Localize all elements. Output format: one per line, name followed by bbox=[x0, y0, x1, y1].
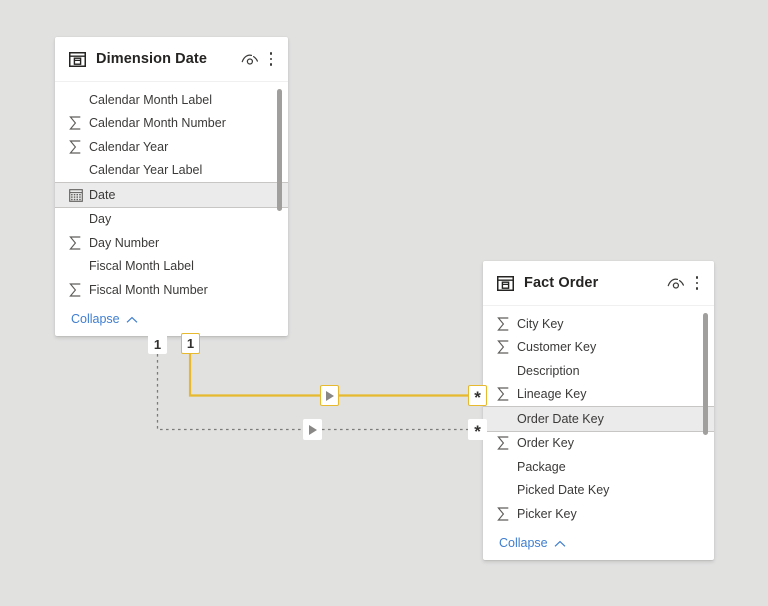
field-label: Lineage Key bbox=[517, 388, 587, 401]
sigma-icon bbox=[497, 317, 517, 331]
cross-filter-arrow-active[interactable] bbox=[320, 385, 339, 406]
more-dot bbox=[696, 287, 699, 290]
field-label: Day Number bbox=[89, 237, 159, 250]
field-label: Package bbox=[517, 461, 566, 474]
field-row[interactable]: Picker Key bbox=[483, 502, 714, 526]
calendar-icon bbox=[69, 188, 89, 202]
sigma-icon bbox=[69, 283, 89, 297]
model-view-canvas[interactable]: Dimension Date Calendar Month LabelCalen… bbox=[0, 0, 768, 606]
field-label: Calendar Year bbox=[89, 141, 168, 154]
field-label: Picker Key bbox=[517, 508, 577, 521]
filter-direction-arrow-icon bbox=[309, 425, 317, 435]
field-row[interactable]: Order Date Key bbox=[483, 406, 714, 432]
table-card-header[interactable]: Fact Order bbox=[483, 261, 714, 306]
field-label: Calendar Month Number bbox=[89, 117, 226, 130]
table-card-footer: Collapse bbox=[483, 527, 714, 560]
table-icon bbox=[69, 51, 86, 68]
sigma-icon bbox=[69, 236, 89, 250]
field-list[interactable]: Calendar Month Label Calendar Month Numbe… bbox=[55, 82, 288, 303]
field-list-scrollbar[interactable] bbox=[703, 310, 708, 521]
field-row[interactable]: Description bbox=[483, 359, 714, 383]
cross-filter-arrow-inactive[interactable] bbox=[303, 419, 322, 440]
field-row[interactable]: Calendar Year Label bbox=[55, 159, 288, 183]
sigma-icon bbox=[497, 387, 517, 401]
field-label: Picked Date Key bbox=[517, 484, 609, 497]
field-row[interactable]: City Key bbox=[483, 312, 714, 336]
table-title: Dimension Date bbox=[96, 51, 239, 67]
field-list[interactable]: City Key Customer Key Description Lineage K… bbox=[483, 306, 714, 527]
eye-icon[interactable] bbox=[239, 49, 261, 69]
field-row[interactable]: Date bbox=[55, 182, 288, 208]
chevron-up-icon bbox=[126, 316, 138, 324]
field-label: Description bbox=[517, 365, 580, 378]
table-card-footer: Collapse bbox=[55, 303, 288, 336]
scrollbar-thumb[interactable] bbox=[703, 313, 708, 435]
collapse-label: Collapse bbox=[71, 313, 120, 326]
table-icon bbox=[497, 275, 514, 292]
more-options-icon[interactable] bbox=[689, 273, 705, 293]
field-row[interactable]: Day Number bbox=[55, 231, 288, 255]
field-label: Date bbox=[89, 189, 115, 202]
more-dot bbox=[270, 52, 273, 55]
cardinality-label: * bbox=[474, 389, 481, 406]
field-label: City Key bbox=[517, 318, 564, 331]
more-dot bbox=[270, 63, 273, 66]
field-row[interactable]: Calendar Month Number bbox=[55, 112, 288, 136]
eye-icon[interactable] bbox=[665, 273, 687, 293]
sigma-icon bbox=[69, 116, 89, 130]
table-card-dimension-date[interactable]: Dimension Date Calendar Month LabelCalen… bbox=[55, 37, 288, 336]
scrollbar-thumb[interactable] bbox=[277, 89, 282, 211]
table-card-fact-order[interactable]: Fact Order City Key Customer Key Descripti… bbox=[483, 261, 714, 560]
field-row[interactable]: Lineage Key bbox=[483, 383, 714, 407]
field-row[interactable]: Picked Date Key bbox=[483, 479, 714, 503]
sigma-icon bbox=[497, 340, 517, 354]
inactive-relationship-line[interactable] bbox=[158, 336, 478, 430]
collapse-button[interactable]: Collapse bbox=[499, 537, 566, 550]
cardinality-badge-one-inactive[interactable]: 1 bbox=[148, 334, 167, 354]
table-title: Fact Order bbox=[524, 275, 665, 291]
field-label: Order Date Key bbox=[517, 413, 604, 426]
sigma-icon bbox=[497, 507, 517, 521]
field-label: Customer Key bbox=[517, 341, 596, 354]
more-dot bbox=[270, 58, 273, 61]
field-label: Fiscal Month Number bbox=[89, 284, 208, 297]
field-row[interactable]: Calendar Year bbox=[55, 135, 288, 159]
field-row[interactable]: Day bbox=[55, 208, 288, 232]
cardinality-label: * bbox=[474, 423, 481, 440]
field-label: Order Key bbox=[517, 437, 574, 450]
filter-direction-arrow-icon bbox=[326, 391, 334, 401]
collapse-button[interactable]: Collapse bbox=[71, 313, 138, 326]
field-row[interactable]: Calendar Month Label bbox=[55, 88, 288, 112]
field-row[interactable]: Order Key bbox=[483, 432, 714, 456]
cardinality-badge-many-inactive[interactable]: * bbox=[468, 419, 487, 440]
cardinality-label: 1 bbox=[187, 336, 194, 351]
sigma-icon bbox=[69, 140, 89, 154]
more-dot bbox=[696, 282, 699, 285]
field-label: Calendar Month Label bbox=[89, 94, 212, 107]
cardinality-badge-many-active[interactable]: * bbox=[468, 385, 487, 406]
field-row[interactable]: Fiscal Month Number bbox=[55, 278, 288, 302]
field-label: Calendar Year Label bbox=[89, 164, 202, 177]
field-list-scrollbar[interactable] bbox=[277, 86, 282, 297]
collapse-label: Collapse bbox=[499, 537, 548, 550]
cardinality-label: 1 bbox=[154, 337, 161, 352]
field-label: Fiscal Month Label bbox=[89, 260, 194, 273]
field-row[interactable]: Customer Key bbox=[483, 336, 714, 360]
chevron-up-icon bbox=[554, 540, 566, 548]
field-label: Day bbox=[89, 213, 111, 226]
cardinality-badge-one-active[interactable]: 1 bbox=[181, 333, 200, 354]
more-options-icon[interactable] bbox=[263, 49, 279, 69]
table-card-header[interactable]: Dimension Date bbox=[55, 37, 288, 82]
sigma-icon bbox=[497, 436, 517, 450]
more-dot bbox=[696, 276, 699, 279]
field-row[interactable]: Fiscal Month Label bbox=[55, 255, 288, 279]
field-row[interactable]: Package bbox=[483, 455, 714, 479]
